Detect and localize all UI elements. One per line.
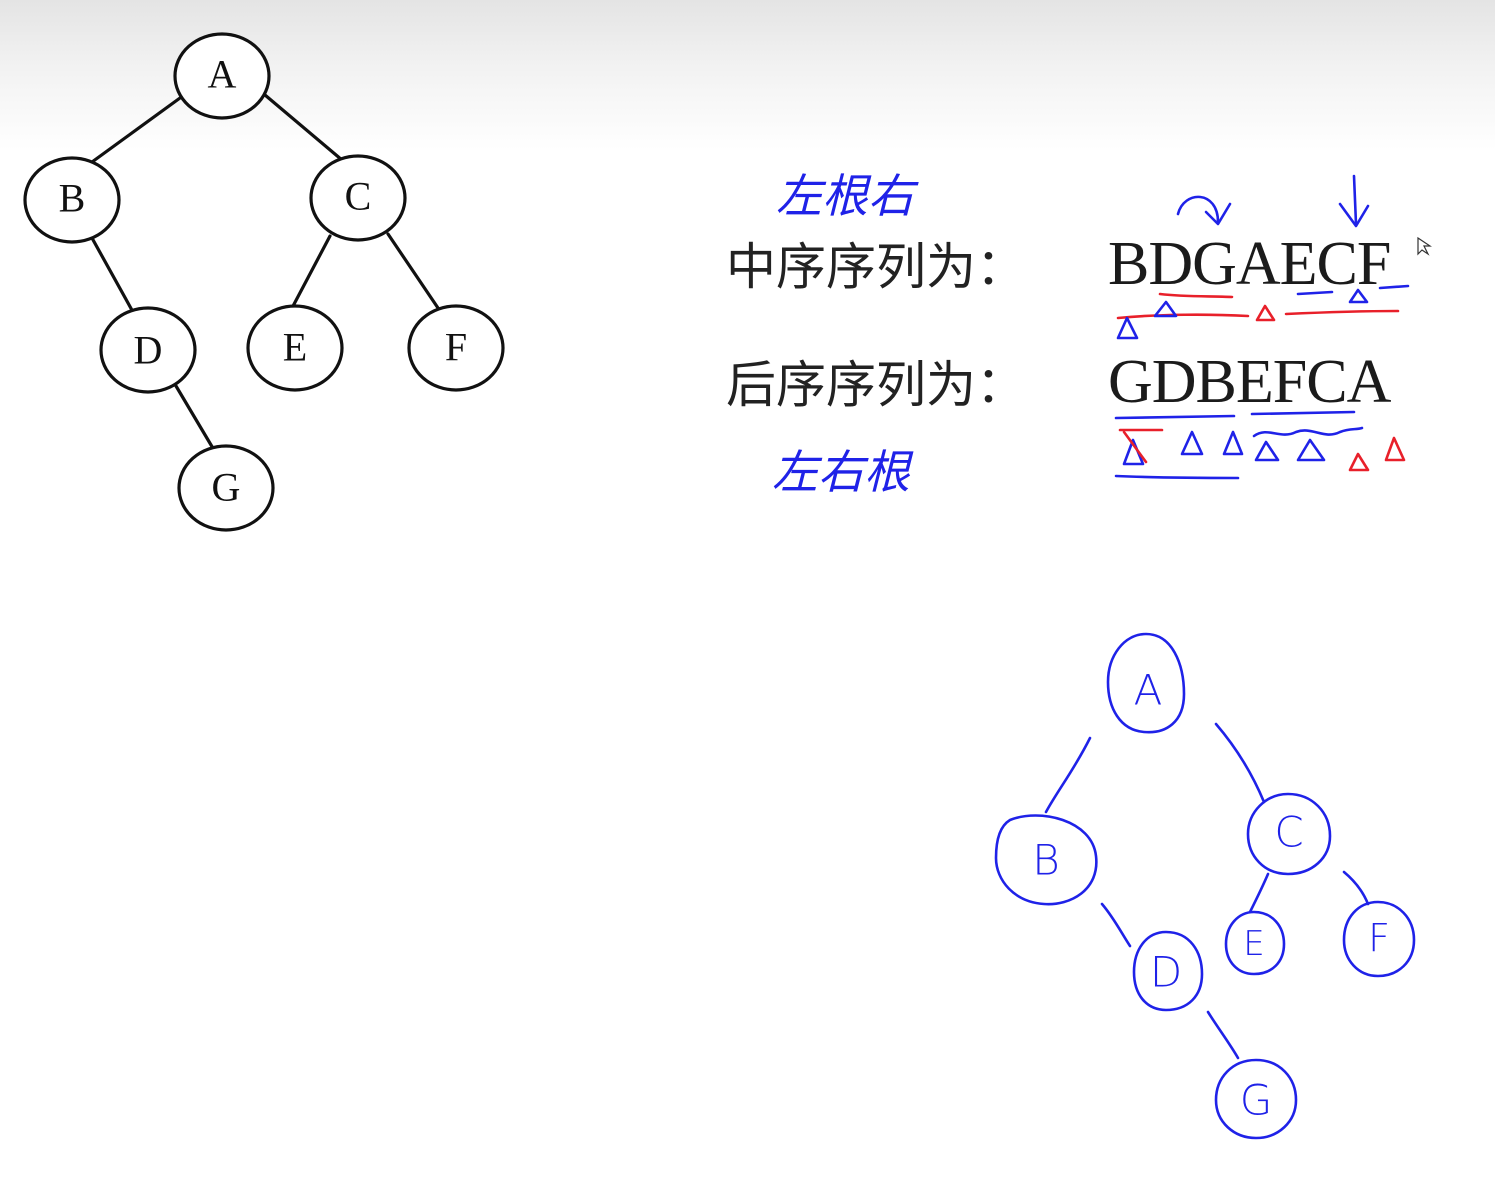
hand-node-f-label: F bbox=[1368, 916, 1390, 960]
hand-edge-c-f bbox=[1342, 870, 1370, 906]
hand-node-a: A bbox=[1106, 632, 1186, 734]
hand-node-c-label: C bbox=[1274, 808, 1303, 857]
hand-edge-a-b bbox=[1044, 736, 1092, 814]
hand-node-a-label: A bbox=[1134, 666, 1163, 715]
hand-edge-b-d bbox=[1100, 902, 1132, 948]
hand-edge-c-e bbox=[1248, 872, 1270, 914]
hand-edge-a-c bbox=[1214, 722, 1266, 804]
handdrawn-tree-edges bbox=[1044, 722, 1370, 1060]
hand-node-e-label: E bbox=[1243, 924, 1264, 964]
hand-node-e: E bbox=[1224, 910, 1286, 976]
hand-node-g: G bbox=[1214, 1058, 1298, 1140]
hand-node-d-label: D bbox=[1150, 948, 1182, 997]
hand-edge-d-g bbox=[1206, 1010, 1240, 1060]
hand-node-b: B bbox=[994, 814, 1098, 906]
handdrawn-binary-tree: A B C D E F G bbox=[994, 632, 1416, 1140]
hand-node-d: D bbox=[1132, 930, 1204, 1012]
hand-node-c: C bbox=[1246, 792, 1332, 876]
hand-node-g-label: G bbox=[1240, 1076, 1273, 1125]
hand-node-f: F bbox=[1342, 900, 1416, 978]
hand-node-b-label: B bbox=[1032, 836, 1060, 885]
